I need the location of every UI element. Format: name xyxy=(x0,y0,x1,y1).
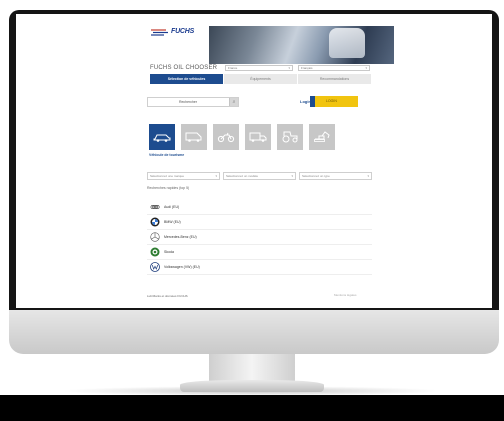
brand-select[interactable]: Sélectionnez une marque ▾ xyxy=(147,172,220,180)
brand-name: Volkswagen (VW) (EU) xyxy=(164,265,200,269)
selected-category-label: Véhicule de tourisme xyxy=(149,153,185,157)
page-title: FUCHS OIL CHOOSER xyxy=(150,65,218,71)
web-page: FUCHS FUCHS OIL CHOOSER France ▾ Françai… xyxy=(142,14,394,308)
model-select-value: Sélectionnez un modèle xyxy=(226,174,259,178)
search-box: Rechercher ⌕ xyxy=(147,97,239,107)
brand-name: BMW (EU) xyxy=(164,220,181,224)
excavator-icon xyxy=(314,131,330,142)
mercedes-logo-icon xyxy=(150,232,160,242)
recent-searches-title: Recherches rapides (top 5) xyxy=(147,186,190,190)
type-select-value: Sélectionnez un type xyxy=(302,174,330,178)
brand-name: Skoda xyxy=(164,250,174,254)
monitor-stand-foot xyxy=(180,380,324,392)
chevron-down-icon: ▾ xyxy=(215,174,217,178)
login-button[interactable]: LOGIN xyxy=(310,96,358,107)
van-icon xyxy=(185,132,202,142)
oil-bottle-image xyxy=(329,28,365,58)
vehicle-category-bar xyxy=(149,124,371,150)
list-item[interactable]: BMW (EU) xyxy=(147,215,372,230)
skoda-logo-icon xyxy=(150,247,160,257)
floor-band xyxy=(0,395,504,421)
country-select-value: France xyxy=(228,66,238,70)
motorcycle-icon xyxy=(217,132,235,143)
type-select[interactable]: Sélectionnez un type ▾ xyxy=(299,172,372,180)
chevron-down-icon: ▾ xyxy=(367,174,369,178)
category-construction[interactable] xyxy=(309,124,335,150)
tab-recommendations[interactable]: Recommandations xyxy=(298,74,372,84)
login-button-label: LOGIN xyxy=(326,99,337,103)
fuchs-logo[interactable]: FUCHS xyxy=(150,25,195,39)
fuchs-logo-mark-icon xyxy=(151,29,168,36)
category-motorcycle[interactable] xyxy=(213,124,239,150)
brand-name: Audi (EU) xyxy=(164,205,180,209)
language-select-value: Français xyxy=(301,66,313,70)
main-tabs: Sélection de véhicules Équipements Recom… xyxy=(150,74,372,84)
tab-equipment[interactable]: Équipements xyxy=(224,74,298,84)
audi-logo-icon xyxy=(150,205,160,209)
bmw-logo-icon xyxy=(150,217,160,227)
model-select[interactable]: Sélectionnez un modèle ▾ xyxy=(223,172,296,180)
search-button[interactable]: ⌕ xyxy=(229,98,238,106)
language-select[interactable]: Français ▾ xyxy=(298,65,370,71)
footer-text: Lubrifiants et données FUCHS xyxy=(147,294,188,298)
search-input[interactable]: Rechercher xyxy=(150,99,226,105)
recent-searches-list: Audi (EU) BMW (EU) Mercedes-Benz (EU) Sk… xyxy=(147,200,372,275)
tractor-icon xyxy=(282,131,298,143)
chevron-down-icon: ▾ xyxy=(365,66,367,70)
list-item[interactable]: Volkswagen (VW) (EU) xyxy=(147,260,372,275)
vw-logo-icon xyxy=(150,262,160,272)
truck-icon xyxy=(249,132,267,142)
hero-banner-image xyxy=(209,26,394,64)
logo-text: FUCHS xyxy=(171,28,195,35)
chevron-down-icon: ▾ xyxy=(291,174,293,178)
monitor-screen: FUCHS FUCHS OIL CHOOSER France ▾ Françai… xyxy=(16,14,492,308)
brand-select-value: Sélectionnez une marque xyxy=(150,174,185,178)
list-item[interactable]: Mercedes-Benz (EU) xyxy=(147,230,372,245)
car-icon xyxy=(153,134,171,142)
login-toggle-knob xyxy=(310,96,315,107)
category-truck[interactable] xyxy=(245,124,271,150)
category-car[interactable] xyxy=(149,124,175,150)
monitor-chin xyxy=(9,310,499,354)
category-van[interactable] xyxy=(181,124,207,150)
list-item[interactable]: Audi (EU) xyxy=(147,200,372,215)
country-select[interactable]: France ▾ xyxy=(225,65,293,71)
tab-vehicle-selection[interactable]: Sélection de véhicules xyxy=(150,74,224,84)
chevron-down-icon: ▾ xyxy=(288,66,290,70)
category-tractor[interactable] xyxy=(277,124,303,150)
search-icon: ⌕ xyxy=(232,99,236,105)
brand-name: Mercedes-Benz (EU) xyxy=(164,235,197,239)
footer-link[interactable]: Mentions légales xyxy=(334,293,357,297)
list-item[interactable]: Skoda xyxy=(147,245,372,260)
page-header: FUCHS xyxy=(142,14,394,64)
